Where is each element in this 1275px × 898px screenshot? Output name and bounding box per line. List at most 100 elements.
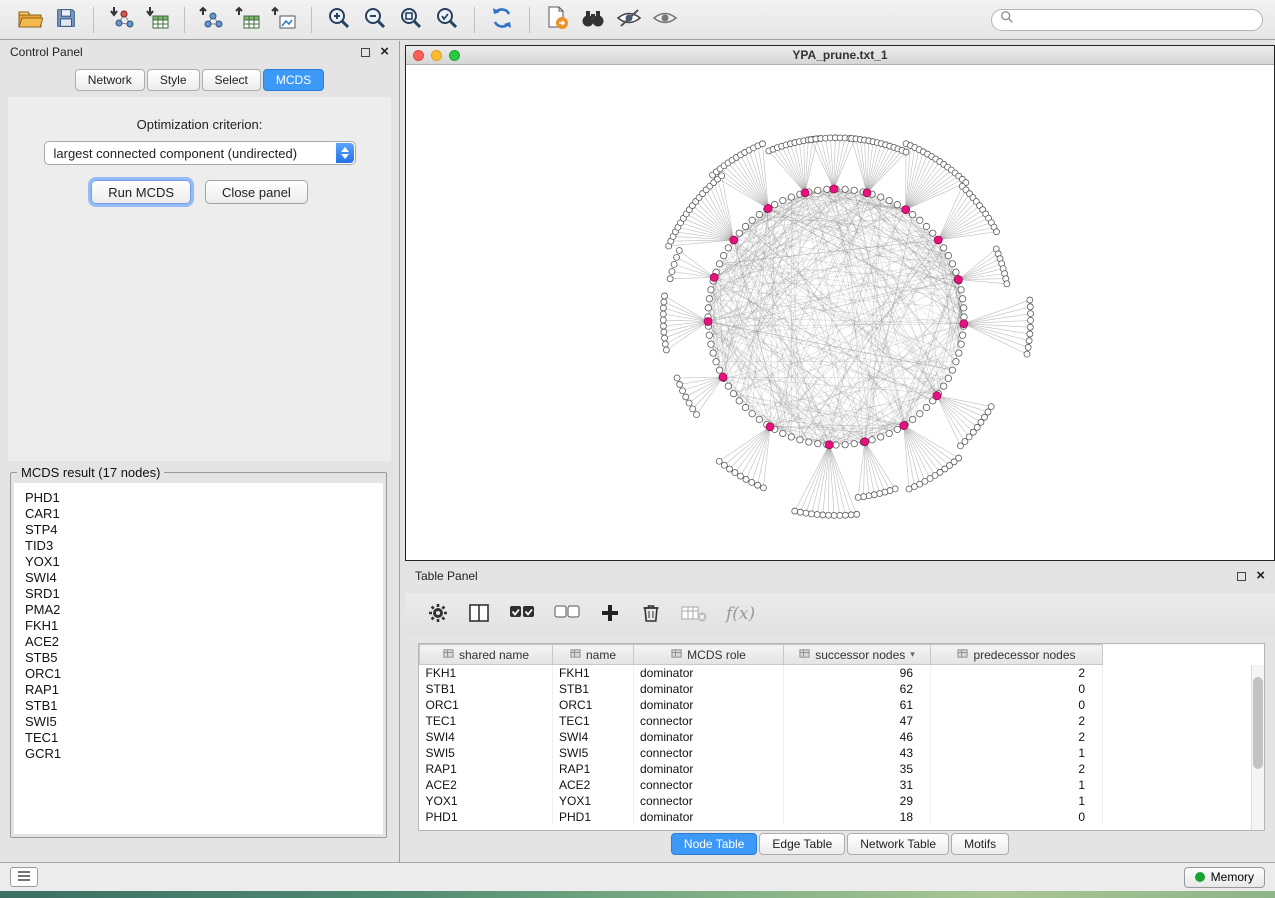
column-header-mcds-role[interactable]: MCDS role: [634, 645, 784, 665]
import-table-button[interactable]: [139, 4, 175, 36]
mcds-result-item[interactable]: SWI4: [25, 570, 383, 586]
export-network-button[interactable]: [194, 4, 230, 36]
save-session-button[interactable]: [48, 4, 84, 36]
mcds-result-group: MCDS result (17 nodes) PHD1CAR1STP4TID3Y…: [10, 465, 387, 838]
mcds-result-item[interactable]: YOX1: [25, 554, 383, 570]
tab-select[interactable]: Select: [202, 69, 261, 91]
float-panel-icon[interactable]: [361, 48, 370, 57]
table-cell: TEC1: [553, 713, 634, 729]
table-row[interactable]: FKH1FKH1dominator962: [420, 665, 1103, 681]
table-cell: 31: [784, 777, 931, 793]
mcds-result-item[interactable]: PMA2: [25, 602, 383, 618]
close-table-panel-icon[interactable]: ×: [1256, 570, 1265, 582]
close-panel-button[interactable]: Close panel: [205, 180, 308, 204]
mcds-result-item[interactable]: SWI5: [25, 714, 383, 730]
task-history-button[interactable]: [10, 867, 38, 887]
memory-status-icon: [1195, 872, 1205, 882]
select-all-button[interactable]: [509, 602, 535, 627]
criterion-select[interactable]: largest connected component (undirected): [44, 141, 356, 165]
table-cell: connector: [634, 713, 784, 729]
tab-node-table[interactable]: Node Table: [671, 833, 758, 855]
checked-boxes-icon: [509, 602, 535, 627]
table-cell: FKH1: [420, 665, 553, 681]
deselect-all-button[interactable]: [554, 602, 580, 627]
table-row[interactable]: RAP1RAP1dominator352: [420, 761, 1103, 777]
float-table-panel-icon[interactable]: [1237, 572, 1246, 581]
delete-column-button[interactable]: [640, 602, 662, 627]
table-row[interactable]: ORC1ORC1dominator610: [420, 697, 1103, 713]
network-canvas[interactable]: [406, 65, 1274, 560]
mcds-result-item[interactable]: PHD1: [25, 490, 383, 506]
table-settings-button[interactable]: [427, 602, 449, 627]
mcds-result-item[interactable]: STB1: [25, 698, 383, 714]
show-hide-button[interactable]: [647, 4, 683, 36]
mcds-result-item[interactable]: TID3: [25, 538, 383, 554]
show-columns-button[interactable]: [468, 602, 490, 627]
zoom-in-button[interactable]: [321, 4, 357, 36]
column-header-successor-nodes[interactable]: successor nodes▾: [784, 645, 931, 665]
sort-desc-icon[interactable]: ▾: [910, 649, 915, 660]
table-row[interactable]: ACE2ACE2connector311: [420, 777, 1103, 793]
clone-network-button[interactable]: [539, 4, 575, 36]
table-cell: YOX1: [420, 793, 553, 809]
delete-table-button: [681, 602, 707, 627]
table-scrollbar[interactable]: [1251, 665, 1264, 830]
mcds-result-item[interactable]: GCR1: [25, 746, 383, 762]
mcds-result-item[interactable]: STB5: [25, 650, 383, 666]
tab-network[interactable]: Network: [75, 69, 145, 91]
mcds-result-item[interactable]: ORC1: [25, 666, 383, 682]
column-header-shared-name[interactable]: shared name: [420, 645, 553, 665]
export-table-button[interactable]: [230, 4, 266, 36]
find-button[interactable]: [575, 4, 611, 36]
column-header-name[interactable]: name: [553, 645, 634, 665]
scrollbar-thumb[interactable]: [1253, 677, 1263, 769]
table-row[interactable]: YOX1YOX1connector291: [420, 793, 1103, 809]
add-column-button[interactable]: [599, 602, 621, 627]
table-cell: STB1: [420, 681, 553, 697]
dropdown-arrows-icon: [336, 143, 354, 163]
network-window-titlebar[interactable]: YPA_prune.txt_1: [406, 46, 1274, 65]
tab-mcds[interactable]: MCDS: [263, 69, 324, 91]
table-cell: dominator: [634, 697, 784, 713]
tab-network-table[interactable]: Network Table: [847, 833, 949, 855]
column-header-predecessor-nodes[interactable]: predecessor nodes: [931, 645, 1103, 665]
mcds-result-item[interactable]: SRD1: [25, 586, 383, 602]
mcds-result-item[interactable]: RAP1: [25, 682, 383, 698]
columns-icon: [468, 602, 490, 627]
table-cell: dominator: [634, 681, 784, 697]
run-mcds-button[interactable]: Run MCDS: [91, 180, 191, 204]
tab-style[interactable]: Style: [147, 69, 200, 91]
zoom-out-icon: [362, 5, 388, 34]
trash-icon: [640, 602, 662, 627]
table-row[interactable]: TEC1TEC1connector472: [420, 713, 1103, 729]
table-cell: RAP1: [420, 761, 553, 777]
toolbar-separator: [474, 7, 475, 33]
table-row[interactable]: PHD1PHD1dominator180: [420, 809, 1103, 825]
show-graphics-details-button[interactable]: [611, 4, 647, 36]
mcds-result-item[interactable]: CAR1: [25, 506, 383, 522]
mcds-result-item[interactable]: FKH1: [25, 618, 383, 634]
import-network-button[interactable]: [103, 4, 139, 36]
export-image-button[interactable]: [266, 4, 302, 36]
table-row[interactable]: SWI5SWI5connector431: [420, 745, 1103, 761]
tab-motifs[interactable]: Motifs: [951, 833, 1009, 855]
tab-edge-table[interactable]: Edge Table: [759, 833, 845, 855]
apply-layout-button[interactable]: [484, 4, 520, 36]
table-row[interactable]: STB1STB1dominator620: [420, 681, 1103, 697]
export-image-icon: [271, 5, 297, 34]
memory-button[interactable]: Memory: [1184, 867, 1265, 888]
search-box[interactable]: [991, 9, 1263, 31]
search-input[interactable]: [1019, 13, 1254, 27]
table-row[interactable]: SWI4SWI4dominator462: [420, 729, 1103, 745]
table-column-icon: [671, 648, 682, 662]
zoom-selected-button[interactable]: [429, 4, 465, 36]
open-file-button[interactable]: [12, 4, 48, 36]
node-table: shared name name MCDS role successor nod…: [418, 643, 1265, 831]
zoom-out-button[interactable]: [357, 4, 393, 36]
close-panel-icon[interactable]: ×: [380, 46, 389, 58]
mcds-result-item[interactable]: STP4: [25, 522, 383, 538]
zoom-fit-button[interactable]: [393, 4, 429, 36]
mcds-result-item[interactable]: TEC1: [25, 730, 383, 746]
mcds-result-item[interactable]: ACE2: [25, 634, 383, 650]
open-folder-icon: [17, 6, 43, 33]
